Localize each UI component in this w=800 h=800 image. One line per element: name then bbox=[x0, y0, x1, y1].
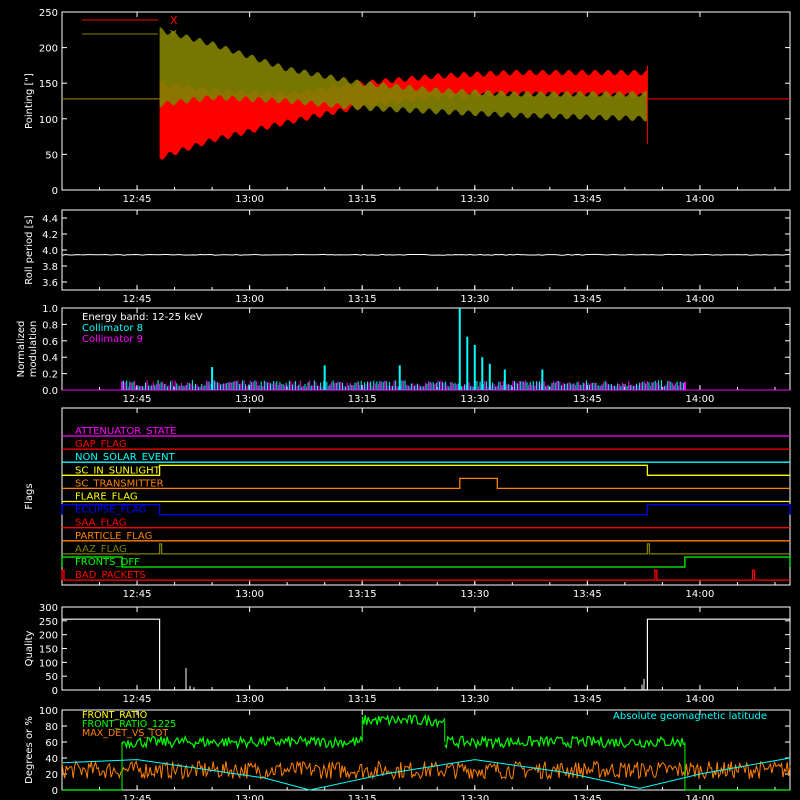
legend-label: Collimator 8 bbox=[82, 323, 143, 334]
x-tick-label: 13:00 bbox=[235, 294, 264, 305]
y-axis-label: Normalized bbox=[16, 321, 27, 378]
y-tick-label: 4.2 bbox=[42, 230, 58, 241]
x-tick-label: 14:00 bbox=[686, 589, 715, 600]
x-tick-label: 14:00 bbox=[686, 294, 715, 305]
x-tick-label: 13:15 bbox=[348, 694, 377, 705]
x-tick-label: 12:45 bbox=[123, 589, 152, 600]
y-tick-label: 100 bbox=[39, 706, 58, 717]
legend-label: Energy band: 12-25 keV bbox=[82, 312, 203, 323]
y-tick-label: 0 bbox=[52, 186, 58, 197]
flag-label: BAD_PACKETS bbox=[75, 570, 146, 581]
y-tick-label: 0 bbox=[52, 786, 58, 797]
y-axis-label: Quality bbox=[24, 631, 35, 667]
x-tick-label: 12:45 bbox=[123, 694, 152, 705]
y-axis-label: Pointing ["] bbox=[24, 73, 35, 129]
x-tick-label: 12:45 bbox=[123, 794, 152, 800]
x-tick-label: 13:45 bbox=[573, 694, 602, 705]
y-tick-label: 300 bbox=[39, 603, 58, 614]
x-tick-label: 13:30 bbox=[460, 294, 489, 305]
x-tick-label: 13:00 bbox=[235, 589, 264, 600]
x-tick-label: 13:45 bbox=[573, 794, 602, 800]
flag-label: NON_SOLAR_EVENT bbox=[75, 452, 176, 463]
x-tick-label: 13:45 bbox=[573, 589, 602, 600]
x-tick-label: 13:30 bbox=[460, 794, 489, 800]
x-tick-label: 12:45 bbox=[123, 294, 152, 305]
x-tick-label: 13:15 bbox=[348, 589, 377, 600]
x-tick-label: 12:45 bbox=[123, 194, 152, 205]
y-axis-label: modulation bbox=[28, 321, 39, 378]
flag-label: PARTICLE_FLAG bbox=[75, 531, 152, 542]
x-tick-label: 13:00 bbox=[235, 194, 264, 205]
y-tick-label: 3.6 bbox=[42, 278, 58, 289]
x-tick-label: 13:45 bbox=[573, 394, 602, 405]
x-tick-label: 13:30 bbox=[460, 194, 489, 205]
y-tick-label: 4.4 bbox=[42, 214, 58, 225]
y-tick-label: 50 bbox=[45, 672, 58, 683]
annotation-label: Absolute geomagnetic latitude bbox=[613, 711, 767, 722]
y-axis-label: Roll period [s] bbox=[24, 215, 35, 284]
x-tick-label: 14:00 bbox=[686, 194, 715, 205]
y-tick-label: 100 bbox=[39, 115, 58, 126]
flag-label: SC_IN_SUNLIGHT bbox=[75, 465, 161, 476]
flag-label: AAZ_FLAG bbox=[75, 544, 127, 555]
y-tick-label: 4.0 bbox=[42, 246, 58, 257]
y-tick-label: 1.0 bbox=[42, 304, 58, 315]
y-tick-label: 0.6 bbox=[42, 337, 58, 348]
y-tick-label: 150 bbox=[39, 79, 58, 90]
x-tick-label: 13:45 bbox=[573, 194, 602, 205]
rhessi-summary-plot: 12:45 13:00 13:15 13:30 13:45 14:00 0 50 100 150 2… bbox=[0, 0, 800, 800]
x-tick-label: 13:30 bbox=[460, 394, 489, 405]
legend-label: MAX_DET_VS_TOT bbox=[82, 728, 168, 739]
flag-label: ECLIPSE_FLAG bbox=[75, 505, 146, 516]
flag-label: FRONTS_OFF bbox=[75, 557, 140, 568]
x-tick-label: 13:00 bbox=[235, 394, 264, 405]
y-tick-label: 200 bbox=[39, 44, 58, 55]
y-tick-label: 100 bbox=[39, 658, 58, 669]
y-tick-label: 250 bbox=[39, 617, 58, 628]
x-tick-label: 13:15 bbox=[348, 394, 377, 405]
flag-label: SC_TRANSMITTER bbox=[75, 478, 164, 489]
flag-label: FLARE_FLAG bbox=[75, 492, 138, 503]
x-tick-label: 14:00 bbox=[686, 694, 715, 705]
y-tick-label: 250 bbox=[39, 8, 58, 19]
x-tick-label: 14:00 bbox=[686, 394, 715, 405]
y-tick-label: 0.0 bbox=[42, 386, 58, 397]
y-tick-label: 0 bbox=[52, 686, 58, 697]
x-tick-label: 13:15 bbox=[348, 194, 377, 205]
y-tick-label: 50 bbox=[45, 150, 58, 161]
x-tick-label: 13:45 bbox=[573, 294, 602, 305]
x-tick-label: 14:00 bbox=[686, 794, 715, 800]
flag-label: ATTENUATOR_STATE bbox=[75, 426, 176, 437]
y-tick-label: 200 bbox=[39, 631, 58, 642]
legend-label: Y bbox=[169, 28, 177, 41]
y-tick-label: 20 bbox=[45, 770, 58, 781]
y-tick-label: 60 bbox=[45, 738, 58, 749]
x-tick-label: 13:15 bbox=[348, 294, 377, 305]
y-tick-label: 3.8 bbox=[42, 262, 58, 273]
y-tick-label: 0.4 bbox=[42, 353, 58, 364]
y-axis-label: Degrees or % bbox=[24, 716, 35, 784]
x-tick-label: 12:45 bbox=[123, 394, 152, 405]
y-tick-label: 0.2 bbox=[42, 370, 58, 381]
legend-label: X bbox=[170, 14, 178, 27]
flag-label: GAP_FLAG bbox=[75, 439, 127, 450]
x-tick-label: 13:30 bbox=[460, 589, 489, 600]
x-tick-label: 13:30 bbox=[460, 694, 489, 705]
x-tick-label: 13:00 bbox=[235, 794, 264, 800]
y-tick-label: 40 bbox=[45, 754, 58, 765]
y-axis-label: Flags bbox=[24, 483, 35, 509]
x-tick-label: 13:00 bbox=[235, 694, 264, 705]
y-tick-label: 80 bbox=[45, 722, 58, 733]
y-tick-label: 0.8 bbox=[42, 320, 58, 331]
x-tick-label: 13:15 bbox=[348, 794, 377, 800]
legend-label: Collimator 9 bbox=[82, 334, 143, 345]
flag-label: SAA_FLAG bbox=[75, 518, 126, 529]
y-tick-label: 150 bbox=[39, 645, 58, 656]
